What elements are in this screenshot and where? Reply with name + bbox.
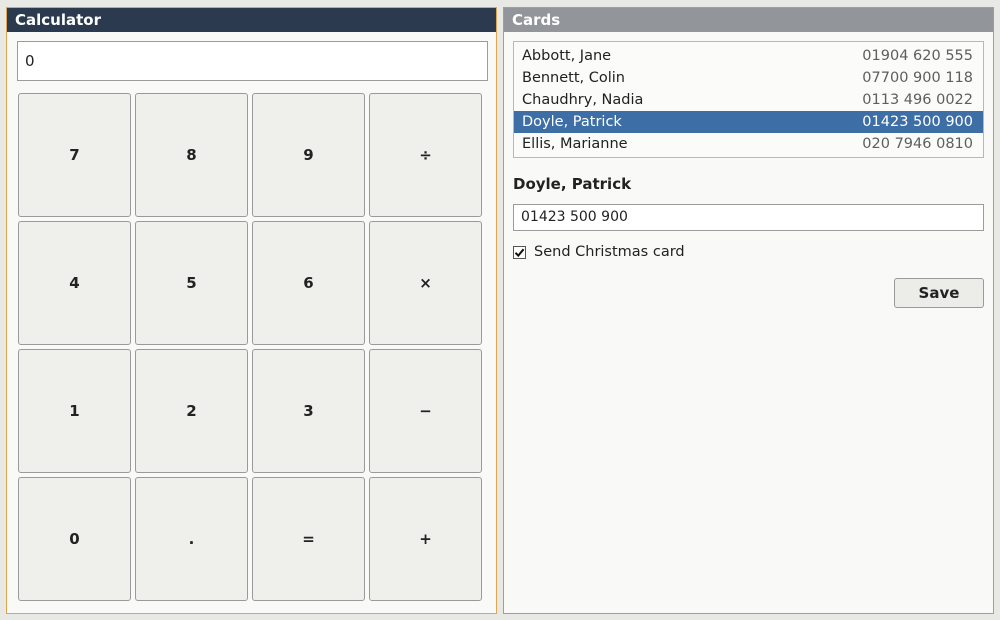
key-add[interactable]: + [369,477,482,601]
key-equals[interactable]: = [252,477,365,601]
key-1[interactable]: 1 [18,349,131,473]
cards-title: Cards [504,8,993,32]
contact-name: Ellis, Marianne [522,136,628,152]
key-subtract[interactable]: − [369,349,482,473]
key-7[interactable]: 7 [18,93,131,217]
key-6[interactable]: 6 [252,221,365,345]
christmas-card-checkbox[interactable] [513,245,526,259]
key-decimal[interactable]: . [135,477,248,601]
cards-window: Cards Abbott, Jane 01904 620 555 Bennett… [503,7,994,614]
key-multiply[interactable]: × [369,221,482,345]
key-8[interactable]: 8 [135,93,248,217]
christmas-card-option[interactable]: Send Christmas card [513,244,685,260]
contact-phone: 01423 500 900 [862,114,973,130]
contact-name: Doyle, Patrick [522,114,622,130]
calculator-keypad: 7 8 9 ÷ 4 5 6 × 1 2 3 − 0 . = + [18,93,482,601]
contact-row[interactable]: Chaudhry, Nadia 0113 496 0022 [514,89,983,111]
key-divide[interactable]: ÷ [369,93,482,217]
calculator-title: Calculator [7,8,496,32]
key-2[interactable]: 2 [135,349,248,473]
key-0[interactable]: 0 [18,477,131,601]
contact-name: Chaudhry, Nadia [522,92,644,108]
save-button[interactable]: Save [894,278,984,308]
phone-field[interactable]: 01423 500 900 [513,204,984,231]
contact-name: Bennett, Colin [522,70,626,86]
calculator-window: Calculator 0 7 8 9 ÷ 4 5 6 × 1 2 3 − 0 .… [6,7,497,614]
key-4[interactable]: 4 [18,221,131,345]
checkmark-icon [514,248,525,257]
contact-phone: 0113 496 0022 [862,92,973,108]
christmas-card-label: Send Christmas card [534,244,685,260]
contact-phone: 020 7946 0810 [862,136,973,152]
contact-name: Abbott, Jane [522,48,612,64]
key-5[interactable]: 5 [135,221,248,345]
contact-row[interactable]: Abbott, Jane 01904 620 555 [514,45,983,67]
key-3[interactable]: 3 [252,349,365,473]
contact-row-selected[interactable]: Doyle, Patrick 01423 500 900 [514,111,983,133]
contact-list[interactable]: Abbott, Jane 01904 620 555 Bennett, Coli… [513,41,984,158]
contact-row[interactable]: Bennett, Colin 07700 900 118 [514,67,983,89]
detail-contact-name: Doyle, Patrick [513,175,632,193]
key-9[interactable]: 9 [252,93,365,217]
contact-row[interactable]: Ellis, Marianne 020 7946 0810 [514,133,983,155]
calculator-display[interactable]: 0 [17,41,488,81]
contact-phone: 07700 900 118 [862,70,973,86]
contact-phone: 01904 620 555 [862,48,973,64]
